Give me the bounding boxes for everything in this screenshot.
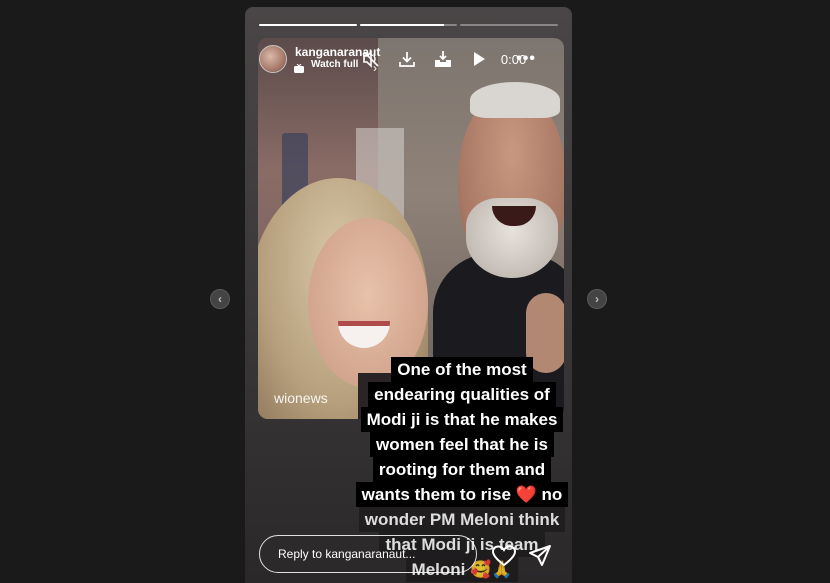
send-icon[interactable] (528, 544, 552, 568)
video-watermark: wionews (274, 390, 328, 406)
story-header: kanganaranaut Watch full › 0:00 ••• (259, 45, 558, 75)
caption-line: One of the most (391, 357, 533, 382)
caption-line: Modi ji is that he makes (360, 407, 564, 432)
play-icon[interactable] (469, 49, 489, 69)
more-options-icon[interactable]: ••• (516, 50, 536, 68)
heart-icon[interactable] (492, 545, 516, 567)
reply-input[interactable]: Reply to kanganaranaut... (259, 535, 477, 573)
caption-line: women feel that he is (370, 432, 554, 457)
progress-segment (460, 24, 559, 26)
story-viewer: wionews kanganaranaut Watch full › 0:00 … (245, 7, 572, 583)
progress-fill (359, 24, 444, 26)
story-progress-bar (259, 24, 559, 26)
caption-line: rooting for them and (372, 457, 552, 482)
caption-line: wants them to rise ❤️ no (355, 482, 569, 507)
progress-segment (259, 24, 357, 26)
chevron-right-icon: › (595, 292, 599, 306)
tv-icon (294, 64, 304, 73)
avatar[interactable] (259, 45, 287, 73)
caption-line: wonder PM Meloni think (358, 507, 566, 532)
story-controls: 0:00 ••• (361, 49, 536, 69)
next-story-button[interactable]: › (587, 289, 607, 309)
watch-full-link[interactable]: Watch full (311, 59, 358, 70)
caption-line: endearing qualities of (368, 382, 556, 407)
download-icon[interactable] (397, 49, 417, 69)
previous-story-button[interactable]: ‹ (210, 289, 230, 309)
watch-full-label: Watch full (311, 59, 359, 70)
download-tray-icon[interactable] (433, 49, 453, 69)
video-person-hair (470, 82, 560, 118)
chevron-left-icon: ‹ (218, 292, 222, 306)
progress-segment (359, 24, 458, 26)
progress-fill (259, 24, 357, 26)
speaker-muted-icon[interactable] (361, 49, 381, 69)
